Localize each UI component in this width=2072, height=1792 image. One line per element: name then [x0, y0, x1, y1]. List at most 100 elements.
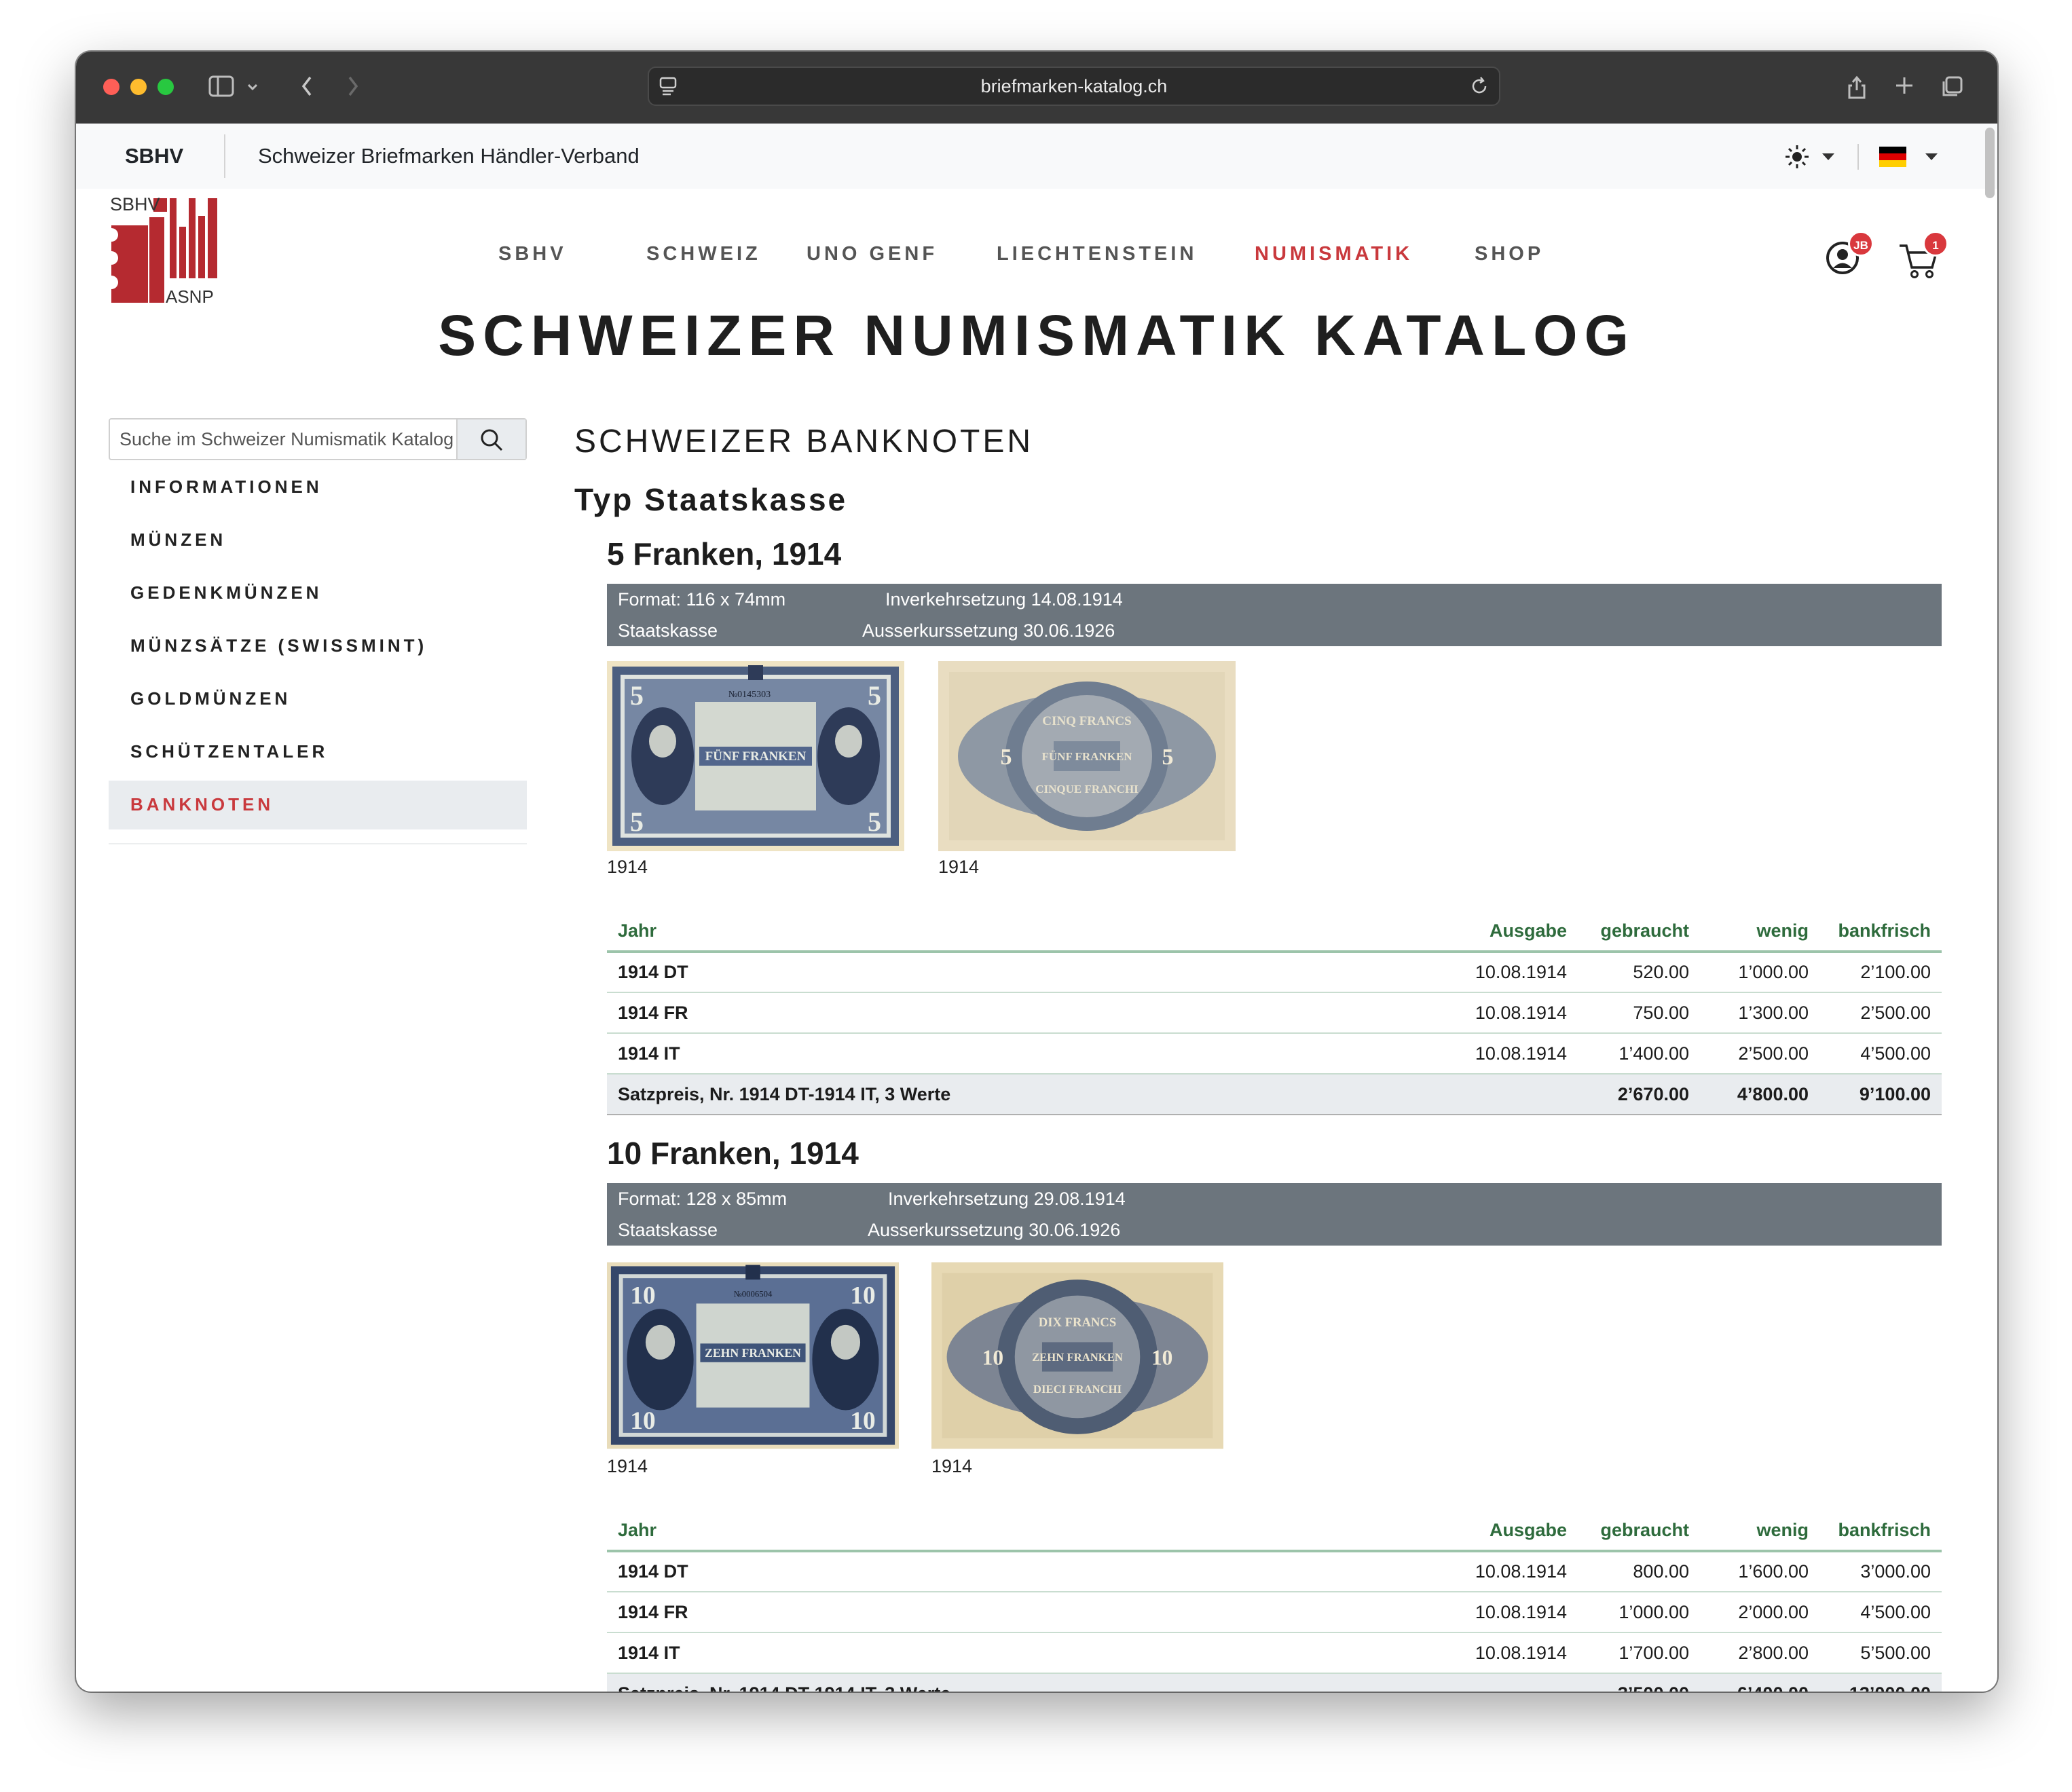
- withdrawn-text: Ausserkurssetzung 30.06.1926: [868, 1220, 1121, 1240]
- sidebar-item-muenzen[interactable]: MÜNZEN: [109, 516, 527, 565]
- theme-toggle[interactable]: [1784, 144, 1810, 173]
- col-jahr[interactable]: Jahr: [607, 1510, 1442, 1552]
- table-row[interactable]: 1914 IT 10.08.1914 1’400.00 2’500.00 4’5…: [607, 1033, 1942, 1075]
- sidebar-item-gedenkmuenzen[interactable]: GEDENKMÜNZEN: [109, 569, 527, 618]
- cell-little: 1’000.00: [1700, 952, 1819, 993]
- image-caption: 1914: [931, 1456, 973, 1476]
- table-row[interactable]: 1914 FR 10.08.1914 1’000.00 2’000.00 4’5…: [607, 1592, 1942, 1633]
- cell-little: 1’300.00: [1700, 992, 1819, 1034]
- language-caret-icon[interactable]: [1925, 153, 1938, 160]
- cart-button[interactable]: 1: [1897, 229, 1948, 281]
- front-value-br: 5: [868, 806, 881, 837]
- sidebar-item-goldmuenzen[interactable]: GOLDMÜNZEN: [109, 675, 527, 724]
- cell-uncirculated: 4’500.00: [1819, 1033, 1942, 1075]
- minimize-window-button[interactable]: [130, 79, 147, 95]
- nav-item-liechtenstein[interactable]: LIECHTENSTEIN: [997, 234, 1197, 274]
- zoom-window-button[interactable]: [158, 79, 174, 95]
- col-ausgabe[interactable]: Ausgabe: [1442, 911, 1578, 953]
- col-gebraucht[interactable]: gebraucht: [1578, 911, 1700, 953]
- category-heading: SCHWEIZER BANKNOTEN: [574, 424, 1034, 460]
- col-wenig[interactable]: wenig: [1700, 1510, 1819, 1552]
- format-text: Format: 128 x 85mm: [618, 1189, 788, 1209]
- search-input[interactable]: [119, 419, 459, 459]
- sidebar-item-muenzsaetze[interactable]: MÜNZSÄTZE (SWISSMINT): [109, 622, 527, 671]
- nav-item-numismatik[interactable]: NUMISMATIK: [1255, 234, 1413, 274]
- banknote-image-front[interactable]: ZEHN FRANKEN №0006504 10 10 10 10 1914: [607, 1261, 899, 1477]
- set-price-label: Satzpreis, Nr. 1914 DT-1914 IT, 3 Werte: [607, 1673, 1578, 1692]
- banknote-section: 5 Franken, 1914 Format: 116 x 74mm Staat…: [607, 527, 1942, 1115]
- banknote-image-back[interactable]: DIX FRANCS ZEHN FRANKEN DIECI FRANCHI 10…: [931, 1261, 1223, 1477]
- front-value-bl: 10: [630, 1407, 655, 1435]
- sidebar-item-informationen[interactable]: INFORMATIONEN: [109, 463, 527, 512]
- topbar-brand[interactable]: SBHV: [125, 124, 183, 189]
- search-button[interactable]: [456, 419, 525, 459]
- close-window-button[interactable]: [103, 79, 119, 95]
- cell-issue: 10.08.1914: [1442, 1551, 1578, 1592]
- nav-item-schweiz[interactable]: SCHWEIZ: [646, 234, 761, 274]
- banknote-info-bar: Format: 128 x 85mm Staatskasse Inverkehr…: [607, 1183, 1942, 1246]
- cell-little: 1’600.00: [1700, 1551, 1819, 1592]
- catalog-content: SCHWEIZER BANKNOTEN Typ Staatskasse 5 Fr…: [574, 418, 1957, 1692]
- nav-item-shop[interactable]: SHOP: [1475, 234, 1544, 274]
- page-scrollbar[interactable]: [1985, 128, 1995, 198]
- price-table: Jahr Ausgabe gebraucht wenig bankfrisch …: [607, 911, 1942, 1115]
- table-row[interactable]: 1914 IT 10.08.1914 1’700.00 2’800.00 5’5…: [607, 1632, 1942, 1674]
- reload-icon[interactable]: [1469, 76, 1490, 100]
- table-row[interactable]: 1914 DT 10.08.1914 800.00 1’600.00 3’000…: [607, 1551, 1942, 1592]
- theme-caret-icon[interactable]: [1822, 153, 1834, 160]
- chevron-down-icon[interactable]: [244, 69, 261, 105]
- back-text-de: ZEHN FRANKEN: [1032, 1351, 1123, 1364]
- banknote-back-illustration: CINQ FRANCS FÜNF FRANKEN CINQUE FRANCHI …: [938, 661, 1236, 851]
- cell-little: 2’800.00: [1700, 1632, 1819, 1674]
- col-wenig[interactable]: wenig: [1700, 911, 1819, 953]
- cell-year: 1914 IT: [607, 1632, 1442, 1674]
- sun-icon: [1784, 145, 1810, 172]
- front-value-bl: 5: [630, 806, 644, 837]
- url-text: briefmarken-katalog.ch: [980, 76, 1168, 96]
- set-price-uncirculated: 9’100.00: [1819, 1074, 1942, 1115]
- address-bar[interactable]: briefmarken-katalog.ch: [648, 67, 1500, 106]
- set-price-little: 6’400.00: [1700, 1673, 1819, 1692]
- sidebar-divider: [109, 843, 527, 844]
- user-account-button[interactable]: JB: [1822, 229, 1874, 281]
- new-tab-icon[interactable]: [1889, 69, 1920, 105]
- banknote-images: FÜNF FRANKEN №0145303 5 5 5 5 1914 CINQ …: [607, 661, 1942, 911]
- banknote-image-front[interactable]: FÜNF FRANKEN №0145303 5 5 5 5 1914: [607, 661, 904, 878]
- col-bankfrisch[interactable]: bankfrisch: [1819, 1510, 1942, 1552]
- cell-year: 1914 DT: [607, 952, 1442, 993]
- back-value-left: 10: [982, 1346, 1003, 1370]
- tab-overview-icon[interactable]: [1936, 69, 1967, 105]
- front-value-tl: 10: [630, 1282, 655, 1309]
- main-nav: SBHV SCHWEIZ UNO GENF LIECHTENSTEIN NUMI…: [76, 234, 1997, 274]
- svg-text:SBHV: SBHV: [110, 194, 160, 214]
- set-price-row: Satzpreis, Nr. 1914 DT-1914 IT, 3 Werte …: [607, 1074, 1942, 1115]
- col-ausgabe[interactable]: Ausgabe: [1442, 1510, 1578, 1552]
- col-gebraucht[interactable]: gebraucht: [1578, 1510, 1700, 1552]
- sidebar-item-banknoten[interactable]: BANKNOTEN: [109, 781, 527, 829]
- share-icon[interactable]: [1841, 69, 1872, 105]
- table-row[interactable]: 1914 FR 10.08.1914 750.00 1’300.00 2’500…: [607, 992, 1942, 1034]
- image-caption: 1914: [607, 1456, 648, 1476]
- col-jahr[interactable]: Jahr: [607, 911, 1442, 953]
- col-bankfrisch[interactable]: bankfrisch: [1819, 911, 1942, 953]
- banknote-title: 10 Franken, 1914: [607, 1136, 859, 1171]
- banknote-section: 10 Franken, 1914 Format: 128 x 85mm Staa…: [607, 1126, 1942, 1692]
- back-value-right: 5: [1162, 745, 1174, 770]
- catalog-search: [109, 418, 527, 460]
- back-value-right: 10: [1151, 1346, 1172, 1370]
- nav-item-sbhv[interactable]: SBHV: [498, 234, 567, 274]
- forward-arrow-icon[interactable]: [339, 69, 367, 105]
- sidebar-item-schuetzentaler[interactable]: SCHÜTZENTALER: [109, 728, 527, 777]
- table-row[interactable]: 1914 DT 10.08.1914 520.00 1’000.00 2’100…: [607, 952, 1942, 993]
- sidebar-toggle-icon[interactable]: [205, 69, 238, 105]
- banknote-images: ZEHN FRANKEN №0006504 10 10 10 10 1914 D…: [607, 1261, 1942, 1510]
- front-serial-text: №0006504: [734, 1290, 773, 1299]
- cell-year: 1914 FR: [607, 992, 1442, 1034]
- front-serial-text: №0145303: [728, 690, 771, 700]
- back-arrow-icon[interactable]: [293, 69, 320, 105]
- nav-item-uno-genf[interactable]: UNO GENF: [807, 234, 938, 274]
- german-flag-icon[interactable]: [1879, 147, 1906, 167]
- banknote-image-back[interactable]: CINQ FRANCS FÜNF FRANKEN CINQUE FRANCHI …: [938, 661, 1236, 878]
- banknote-back-illustration: DIX FRANCS ZEHN FRANKEN DIECI FRANCHI 10…: [931, 1262, 1223, 1449]
- topbar-divider: [224, 134, 225, 178]
